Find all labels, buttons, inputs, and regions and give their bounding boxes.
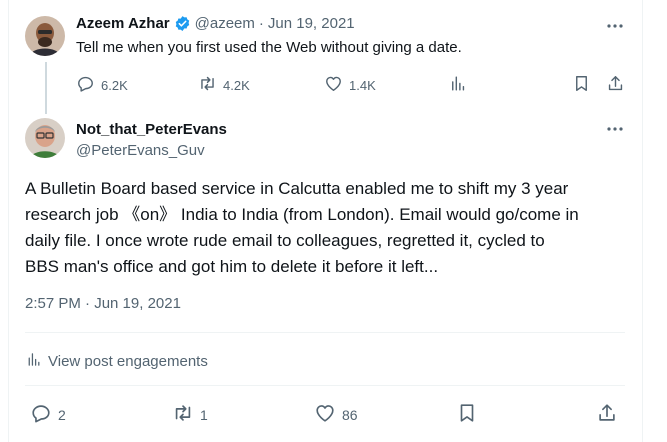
avatar-azeem[interactable]: [25, 16, 65, 56]
like-button[interactable]: 1.4K: [324, 74, 376, 96]
dot-separator: ·: [258, 15, 264, 32]
heart-icon: [324, 74, 343, 96]
heart-icon: [314, 402, 336, 427]
reply-count: 6.2K: [101, 77, 128, 93]
repost-count: 4.2K: [223, 77, 250, 93]
reply-icon: [30, 402, 52, 427]
repost-button[interactable]: 1: [172, 402, 208, 427]
thread-connector-line: [45, 62, 47, 114]
divider: [25, 332, 625, 333]
repost-button[interactable]: 4.2K: [198, 74, 250, 96]
author-handle[interactable]: @azeem: [195, 15, 255, 32]
bookmark-icon: [572, 74, 591, 96]
bookmark-button[interactable]: [456, 402, 478, 427]
like-button[interactable]: 86: [314, 402, 358, 427]
parent-tweet-text: Tell me when you first used the Web with…: [76, 39, 462, 56]
like-count: 1.4K: [349, 77, 376, 93]
reply-button[interactable]: 6.2K: [76, 74, 128, 96]
view-engagements-link[interactable]: View post engagements: [25, 351, 208, 372]
reply-text-line: BBS man's office and got him to delete i…: [25, 257, 439, 276]
analytics-icon: [448, 74, 467, 96]
repost-icon: [172, 402, 194, 427]
share-button[interactable]: [606, 74, 625, 96]
reply-button[interactable]: 2: [30, 402, 66, 427]
author-name[interactable]: Azeem Azhar: [76, 15, 170, 32]
reply-tweet-text: A Bulletin Board based service in Calcut…: [25, 176, 579, 280]
reply-author-name[interactable]: Not_that_PeterEvans: [76, 121, 227, 138]
more-options-icon[interactable]: [604, 18, 626, 34]
reply-text-line: research job 《on》 India to India (from L…: [25, 205, 579, 224]
analytics-button[interactable]: [448, 74, 467, 96]
reply-icon: [76, 74, 95, 96]
verified-badge-icon: [174, 15, 191, 32]
share-button[interactable]: [596, 402, 618, 427]
reply-timestamp[interactable]: 2:57 PM · Jun 19, 2021: [25, 295, 181, 312]
share-icon: [606, 74, 625, 96]
reply-author-handle[interactable]: @PeterEvans_Guv: [76, 142, 205, 159]
share-icon: [596, 402, 618, 427]
reply-more-options-icon[interactable]: [604, 121, 626, 137]
tweet-date[interactable]: Jun 19, 2021: [268, 15, 355, 32]
engagements-label: View post engagements: [48, 353, 208, 370]
divider: [25, 385, 625, 386]
analytics-icon: [25, 351, 42, 372]
bookmark-icon: [456, 402, 478, 427]
reply-text-line: A Bulletin Board based service in Calcut…: [25, 179, 569, 198]
reply-text-line: daily file. I once wrote rude email to c…: [25, 231, 545, 250]
parent-tweet-header: Azeem Azhar @azeem · Jun 19, 2021: [76, 15, 355, 32]
bookmark-button[interactable]: [572, 74, 591, 96]
like-count: 86: [342, 406, 358, 423]
reply-count: 2: [58, 406, 66, 423]
avatar-peterevans[interactable]: [25, 118, 65, 158]
repost-icon: [198, 74, 217, 96]
repost-count: 1: [200, 406, 208, 423]
